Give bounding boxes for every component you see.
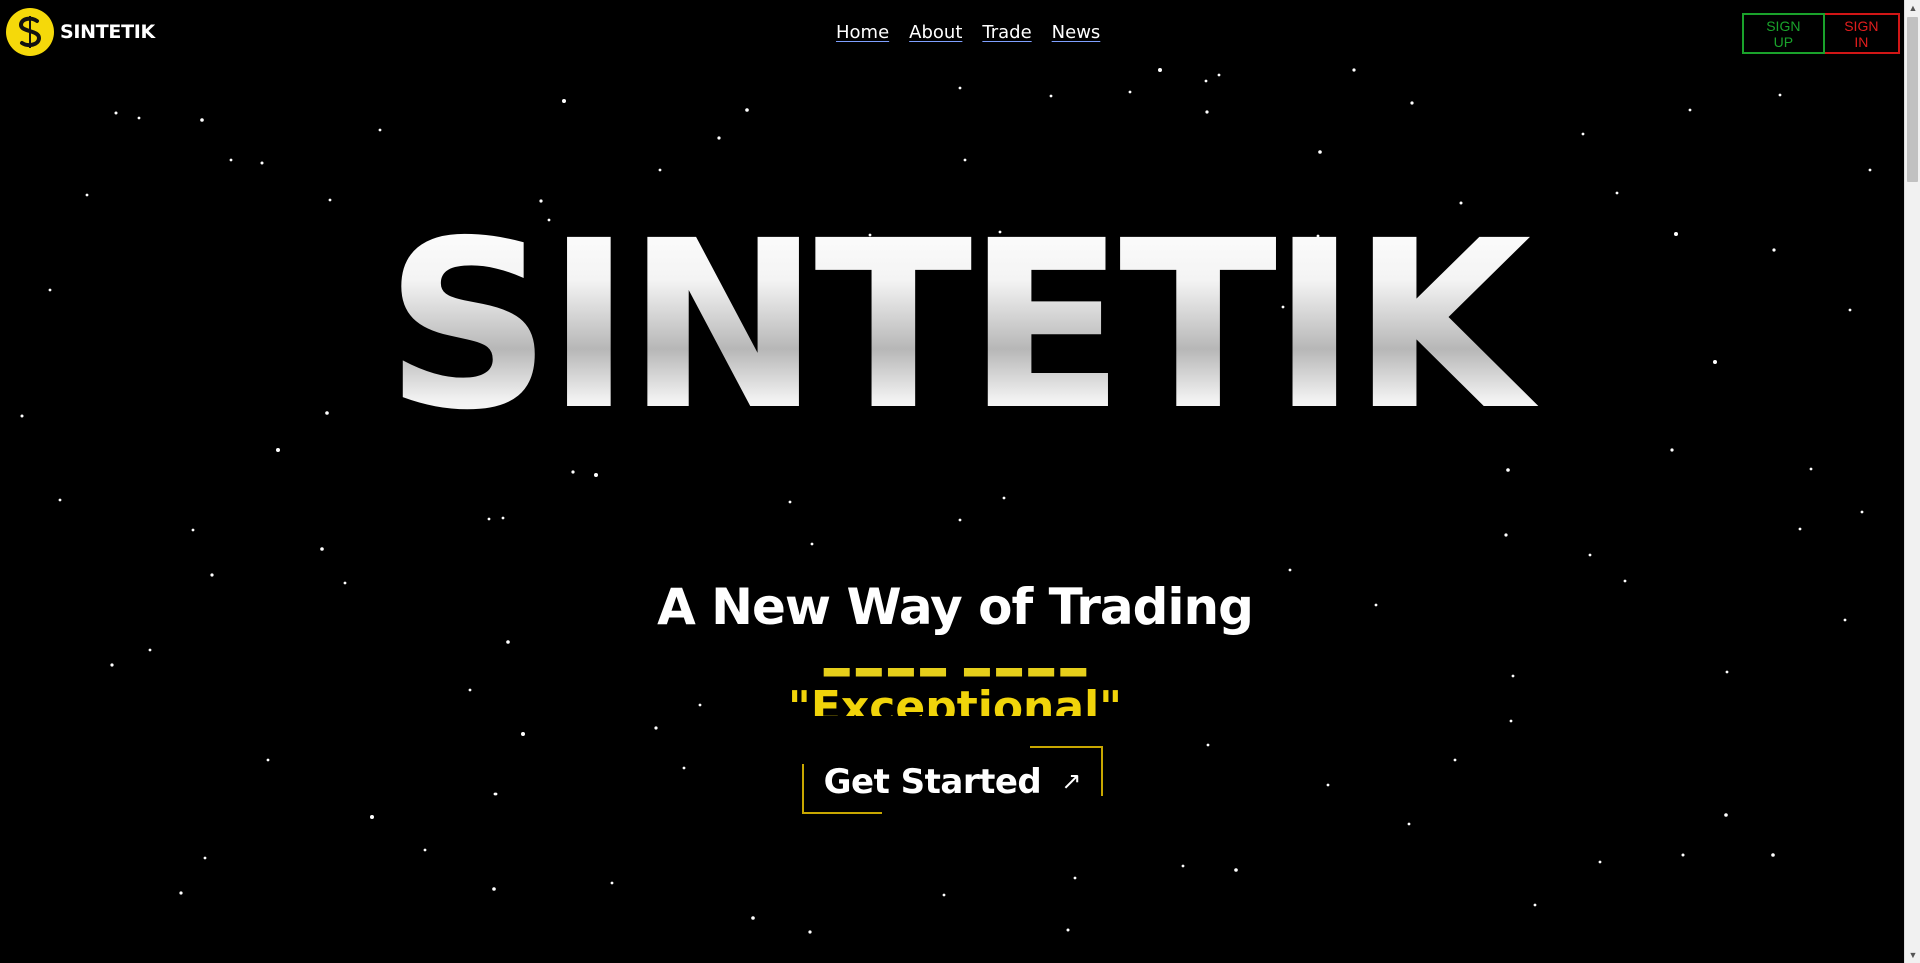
vertical-scrollbar[interactable]: ▲ ▼ [1904,0,1920,963]
sign-up-button[interactable]: SIGN UP [1742,13,1825,54]
cta-border-bottom [802,812,882,814]
main-nav: Home About Trade News [836,22,1100,43]
hero-tagline: A New Way of Trading [657,578,1254,636]
nav-link-home[interactable]: Home [836,22,889,43]
cta-border-top [1030,746,1103,748]
nav-link-trade[interactable]: Trade [982,22,1031,43]
arrow-up-right-icon: ↗ [1061,767,1082,795]
starfield-background [20,68,1872,934]
get-started-button[interactable]: Get Started ↗ [802,746,1103,814]
rotating-word-window: ▬▬▬▬ ▬▬▬▬ "Exceptional" [0,668,1910,716]
auth-buttons: SIGN UP SIGN IN [1742,13,1900,54]
hero-title: SINTETIK [0,210,1910,442]
nav-link-about[interactable]: About [909,22,962,43]
brand[interactable]: SINTETIK [6,8,155,56]
cta-label: Get Started [823,762,1042,802]
brand-name: SINTETIK [60,21,155,43]
sign-in-button[interactable]: SIGN IN [1824,13,1900,54]
rotating-word: "Exceptional" [787,682,1123,716]
scroll-up-arrow-icon[interactable]: ▲ [1905,0,1920,16]
cta-border-left [802,764,804,814]
scroll-down-arrow-icon[interactable]: ▼ [1905,947,1920,963]
scrollbar-thumb[interactable] [1907,17,1918,182]
top-header: SINTETIK Home About Trade News SIGN UP S… [0,0,1900,66]
landing-page: SINTETIK Home About Trade News SIGN UP S… [0,0,1920,963]
cta-border-right [1101,746,1103,796]
nav-link-news[interactable]: News [1052,22,1101,43]
s-coin-logo-icon [6,8,54,56]
